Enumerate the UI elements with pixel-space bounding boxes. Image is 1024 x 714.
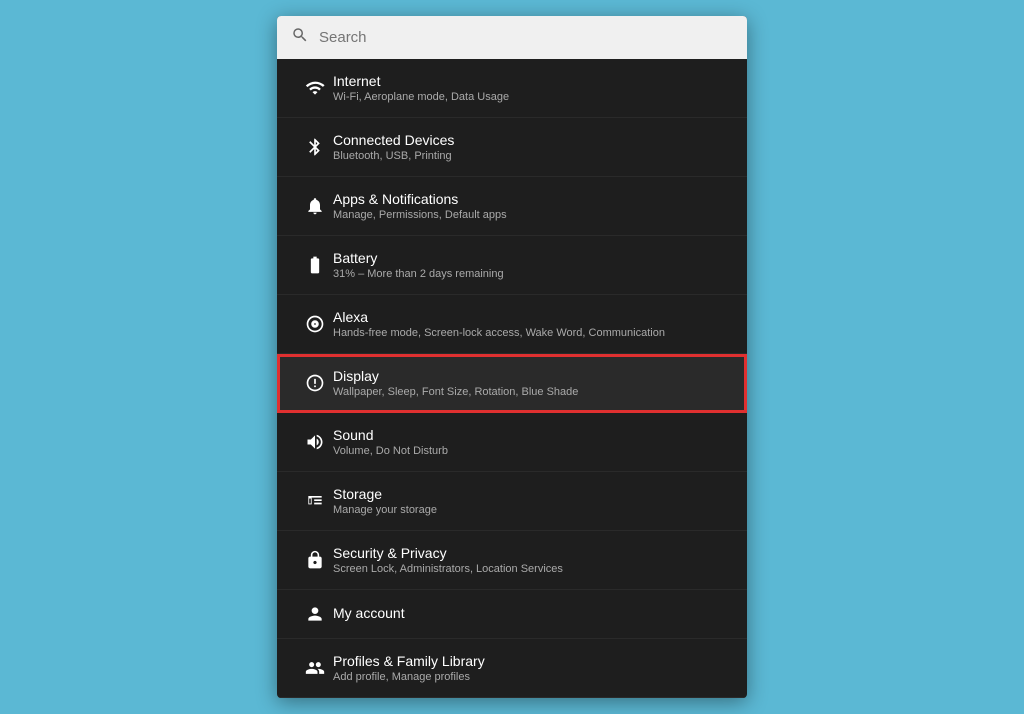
profiles-family-text: Profiles & Family Library Add profile, M… [333,653,727,683]
bell-icon [297,196,333,216]
battery-icon [297,255,333,275]
search-input[interactable] [319,29,733,46]
alexa-icon [297,314,333,334]
group-icon [297,658,333,678]
my-account-text: My account [333,605,727,623]
internet-text: Internet Wi-Fi, Aeroplane mode, Data Usa… [333,73,727,103]
storage-text: Storage Manage your storage [333,486,727,516]
menu-item-internet[interactable]: Internet Wi-Fi, Aeroplane mode, Data Usa… [277,59,747,118]
wifi-icon [297,78,333,98]
menu-item-security-privacy[interactable]: Security & Privacy Screen Lock, Administ… [277,531,747,590]
alexa-text: Alexa Hands-free mode, Screen-lock acces… [333,309,727,339]
person-icon [297,604,333,624]
menu-item-storage[interactable]: Storage Manage your storage [277,472,747,531]
settings-panel: Internet Wi-Fi, Aeroplane mode, Data Usa… [277,16,747,698]
battery-text: Battery 31% – More than 2 days remaining [333,250,727,280]
menu-item-battery[interactable]: Battery 31% – More than 2 days remaining [277,236,747,295]
storage-icon [297,491,333,511]
sound-text: Sound Volume, Do Not Disturb [333,427,727,457]
menu-item-alexa[interactable]: Alexa Hands-free mode, Screen-lock acces… [277,295,747,354]
lock-icon [297,550,333,570]
menu-item-profiles-family[interactable]: Profiles & Family Library Add profile, M… [277,639,747,698]
security-privacy-text: Security & Privacy Screen Lock, Administ… [333,545,727,575]
menu-item-sound[interactable]: Sound Volume, Do Not Disturb [277,413,747,472]
apps-notifications-text: Apps & Notifications Manage, Permissions… [333,191,727,221]
connected-devices-text: Connected Devices Bluetooth, USB, Printi… [333,132,727,162]
display-icon [297,373,333,393]
search-icon [291,26,309,49]
menu-item-connected-devices[interactable]: Connected Devices Bluetooth, USB, Printi… [277,118,747,177]
bluetooth-icon [297,137,333,157]
search-bar[interactable] [277,16,747,59]
menu-item-apps-notifications[interactable]: Apps & Notifications Manage, Permissions… [277,177,747,236]
display-text: Display Wallpaper, Sleep, Font Size, Rot… [333,368,727,398]
sound-icon [297,432,333,452]
menu-item-display[interactable]: Display Wallpaper, Sleep, Font Size, Rot… [277,354,747,413]
menu-list: Internet Wi-Fi, Aeroplane mode, Data Usa… [277,59,747,698]
menu-item-my-account[interactable]: My account [277,590,747,639]
